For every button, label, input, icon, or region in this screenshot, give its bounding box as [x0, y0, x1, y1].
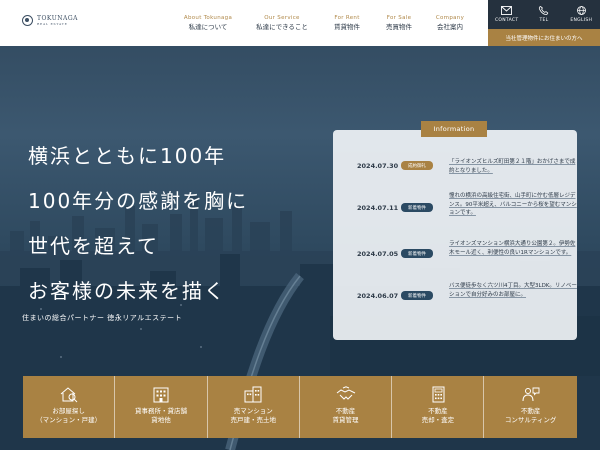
service-office-rental[interactable]: 貸事務所・貸店舗 貸地他: [115, 376, 208, 438]
apartment-icon: [244, 386, 262, 403]
office-building-icon: [153, 387, 169, 403]
info-date: 2024.06.07: [357, 292, 399, 300]
information-panel: 2024.07.30 成約御礼 「ライオンズヒルズ町田第２１階」おかげさまで成約…: [333, 130, 577, 340]
logo-subtitle: REAL ESTATE: [37, 21, 68, 26]
logo-name: TOKUNAGA: [37, 14, 78, 22]
site-header: TOKUNAGA REAL ESTATE About Tokunaga 私達につ…: [0, 0, 600, 46]
hero-title-line: お客様の未来を描く: [28, 279, 226, 303]
info-text[interactable]: ライオンズマンション横浜大通り公園第２。伊勢佐木モール近く、利便性の良い1Rマン…: [449, 240, 579, 257]
logo-mark-icon: [22, 15, 33, 26]
hero-title-line: 世代を超えて: [28, 234, 159, 258]
info-text[interactable]: 「ライオンズヒルズ町田第２１階」おかげさまで成約となりました。: [449, 158, 579, 175]
information-heading: Information: [421, 121, 487, 137]
mail-icon: [501, 6, 513, 15]
consulting-icon: [522, 387, 540, 402]
info-text[interactable]: バス便徒歩なく六ツ川4丁目。大型3LDK。リノベーションで自分好みのお部屋に。: [449, 282, 579, 299]
nav-sale[interactable]: For Sale 売買物件: [382, 14, 416, 36]
nav-rent[interactable]: For Rent 賃貸物件: [330, 14, 364, 36]
info-badge: 新着物件: [401, 291, 433, 300]
info-date: 2024.07.30: [357, 162, 399, 170]
info-text[interactable]: 憧れの横浜の高級住宅街、山手町に佇む低層レジデンス。90平米超え、バルコニーから…: [449, 192, 579, 218]
english-button[interactable]: ENGLISH: [563, 0, 600, 29]
handshake-icon: [336, 386, 355, 400]
utility-bar: CONTACT TEL ENGLISH: [488, 0, 600, 29]
service-room-search[interactable]: お部屋探し （マンション・戸建）: [23, 376, 116, 438]
calculator-icon: [432, 386, 445, 403]
logo[interactable]: TOKUNAGA REAL ESTATE: [22, 15, 78, 26]
service-sale-appraisal[interactable]: 不動産 売却・査定: [392, 376, 485, 438]
tel-button[interactable]: TEL: [525, 0, 562, 29]
info-badge: 新着物件: [401, 203, 433, 212]
nav-service[interactable]: Our Service 私達にできること: [252, 14, 312, 36]
hero-title: 横浜とともに100年 100年分の感謝を胸に 世代を超えて お客様の未来を描く: [28, 134, 248, 314]
hero-title-line: 100年分の感謝を胸に: [28, 189, 249, 213]
service-menu: お部屋探し （マンション・戸建） 貸事務所・貸店舗 貸地他 売マンション 売戸建…: [23, 376, 577, 438]
service-rental-management[interactable]: 不動産 賃貸管理: [299, 376, 393, 438]
contact-button[interactable]: CONTACT: [488, 0, 525, 29]
search-home-icon: [60, 387, 77, 403]
service-property-sale[interactable]: 売マンション 売戸建・売土地: [207, 376, 300, 438]
hero-subtitle: 住まいの総合パートナー 徳永リアルエステート: [22, 314, 183, 322]
service-consulting[interactable]: 不動産 コンサルティング: [484, 376, 577, 438]
info-date: 2024.07.05: [357, 250, 399, 258]
info-badge: 成約御礼: [401, 161, 433, 170]
globe-icon: [576, 6, 586, 15]
hero-title-line: 横浜とともに100年: [28, 144, 227, 168]
nav-company[interactable]: Company 会社案内: [431, 14, 469, 36]
nav-about[interactable]: About Tokunaga 私達について: [180, 14, 236, 36]
resident-link[interactable]: 当社管理物件にお住まいの方へ: [488, 29, 600, 46]
info-badge: 新着物件: [401, 249, 433, 258]
phone-icon: [539, 6, 549, 15]
info-date: 2024.07.11: [357, 204, 399, 212]
